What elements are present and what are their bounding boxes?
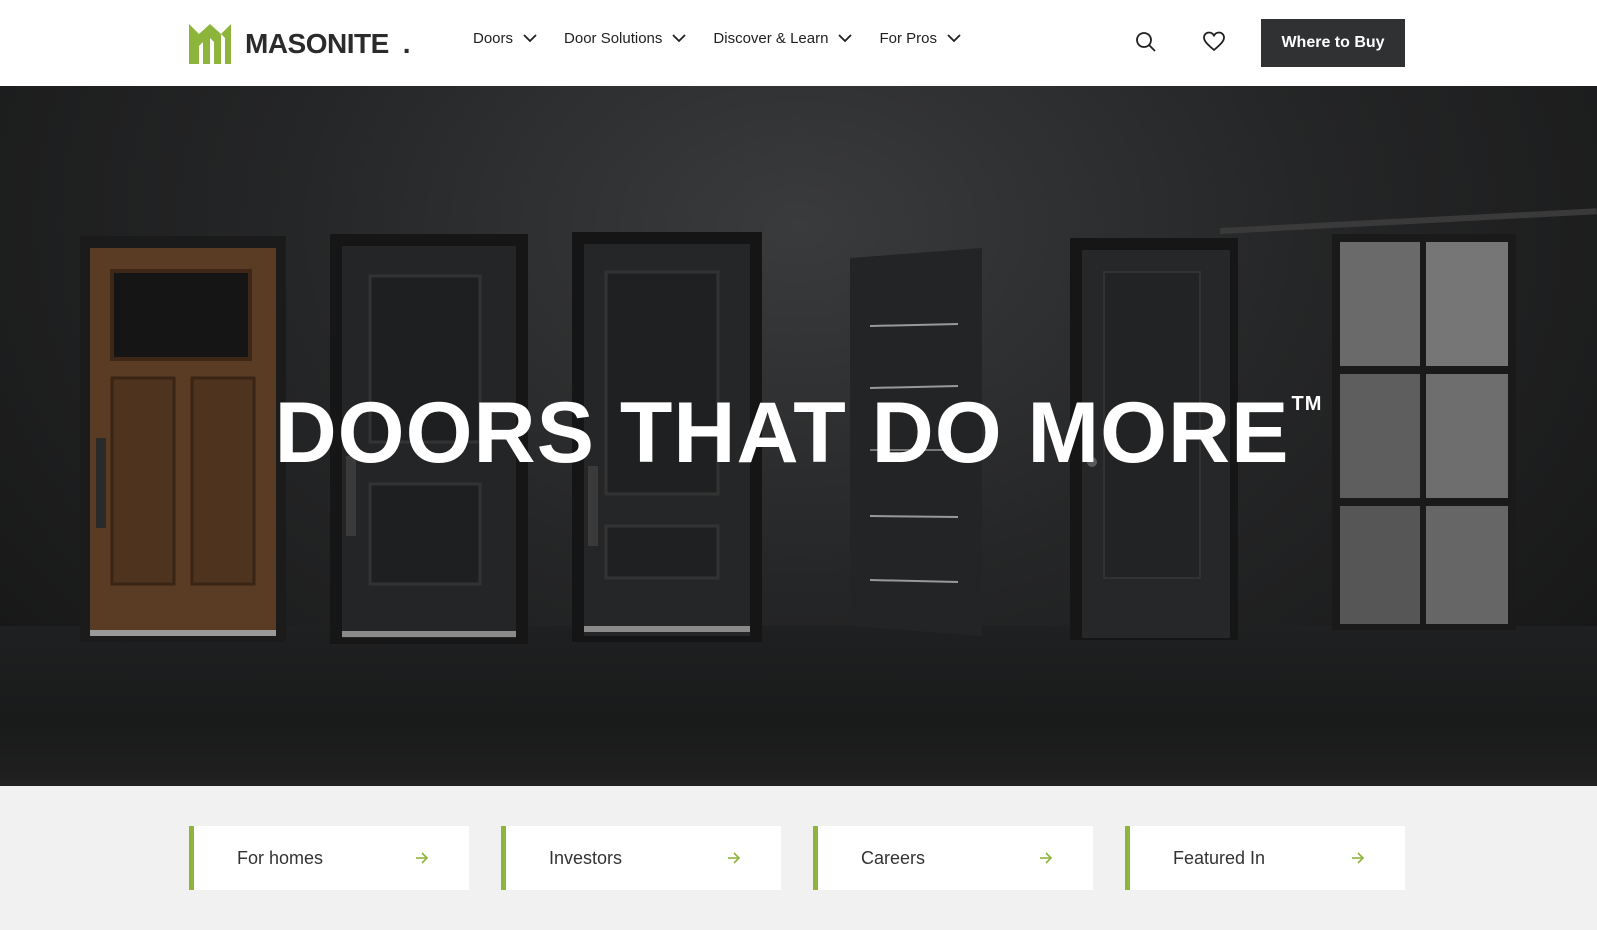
chevron-down-icon bbox=[523, 34, 537, 43]
card-label: Investors bbox=[549, 847, 623, 868]
nav-item-doors[interactable]: Doors bbox=[473, 30, 537, 47]
nav-item-discover-learn[interactable]: Discover & Learn bbox=[713, 30, 853, 47]
site-header: MASONITE. Doors Door Solutions Discover … bbox=[0, 0, 1597, 86]
search-icon[interactable] bbox=[1134, 30, 1158, 54]
main-nav: Doors Door Solutions Discover & Learn Fo… bbox=[473, 30, 988, 47]
logo-text: MASONITE bbox=[245, 28, 389, 59]
arrow-right-icon bbox=[1352, 852, 1365, 864]
card-label: Featured In bbox=[1173, 847, 1266, 868]
logo-m-icon bbox=[189, 24, 231, 64]
hero-title: DOORS THAT DO MORE TM bbox=[0, 384, 1597, 483]
hero-banner: DOORS THAT DO MORE TM bbox=[0, 86, 1597, 786]
chevron-down-icon bbox=[838, 34, 853, 43]
card-featured-in[interactable]: Featured In bbox=[1125, 826, 1405, 890]
nav-item-label: Doors bbox=[473, 30, 514, 47]
quick-links-section: For homes Investors Careers Featured In bbox=[0, 786, 1597, 930]
card-label: For homes bbox=[237, 847, 324, 868]
hero-title-text: DOORS THAT DO MORE bbox=[274, 385, 1290, 481]
chevron-down-icon bbox=[672, 34, 687, 43]
chevron-down-icon bbox=[947, 34, 961, 43]
card-label: Careers bbox=[861, 847, 926, 868]
arrow-right-icon bbox=[416, 852, 429, 864]
nav-item-door-solutions[interactable]: Door Solutions bbox=[564, 30, 687, 47]
nav-item-label: For Pros bbox=[879, 30, 937, 47]
card-for-homes[interactable]: For homes bbox=[189, 826, 469, 890]
card-investors[interactable]: Investors bbox=[501, 826, 781, 890]
logo-period: . bbox=[402, 28, 411, 59]
nav-item-label: Door Solutions bbox=[564, 30, 663, 47]
where-to-buy-button[interactable]: Where to Buy bbox=[1261, 19, 1405, 67]
masonite-logo[interactable]: MASONITE. bbox=[189, 24, 411, 64]
card-careers[interactable]: Careers bbox=[813, 826, 1093, 890]
nav-item-label: Discover & Learn bbox=[713, 30, 829, 47]
trademark-symbol: TM bbox=[1291, 393, 1323, 415]
nav-item-for-pros[interactable]: For Pros bbox=[879, 30, 961, 47]
arrow-right-icon bbox=[728, 852, 741, 864]
heart-icon[interactable] bbox=[1202, 30, 1226, 54]
arrow-right-icon bbox=[1040, 852, 1053, 864]
